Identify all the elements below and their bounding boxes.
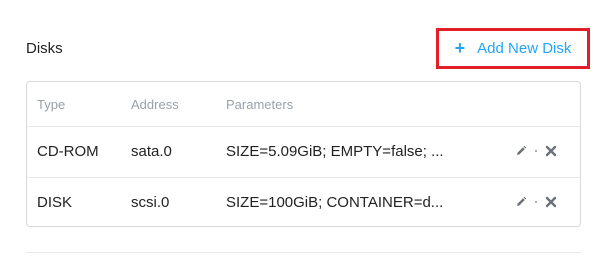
divider bbox=[26, 252, 581, 253]
cell-address: scsi.0 bbox=[131, 194, 170, 211]
plus-icon: + bbox=[454, 37, 466, 58]
cell-parameters: SIZE=100GiB; CONTAINER=d... bbox=[226, 194, 444, 211]
edit-icon[interactable] bbox=[515, 196, 527, 208]
row-actions bbox=[515, 196, 557, 208]
delete-icon[interactable] bbox=[545, 145, 557, 157]
disks-table: Type Address Parameters CD-ROM sata.0 SI… bbox=[26, 81, 581, 227]
table-row: DISK scsi.0 SIZE=100GiB; CONTAINER=d... bbox=[27, 178, 580, 228]
cell-type: DISK bbox=[37, 194, 73, 211]
edit-icon[interactable] bbox=[515, 145, 527, 157]
cell-type: CD-ROM bbox=[37, 143, 99, 160]
disks-panel: Disks + Add New Disk Type Address Parame… bbox=[0, 0, 607, 256]
row-actions bbox=[515, 145, 557, 157]
separator-dot bbox=[535, 201, 537, 203]
add-new-disk-label: Add New Disk bbox=[477, 40, 572, 57]
table-header: Type Address Parameters bbox=[27, 82, 580, 127]
cell-address: sata.0 bbox=[131, 143, 172, 160]
separator-dot bbox=[535, 150, 537, 152]
header-parameters: Parameters bbox=[226, 97, 294, 112]
cell-parameters: SIZE=5.09GiB; EMPTY=false; ... bbox=[226, 143, 444, 160]
header-address: Address bbox=[131, 97, 179, 112]
table-row: CD-ROM sata.0 SIZE=5.09GiB; EMPTY=false;… bbox=[27, 127, 580, 178]
section-title: Disks bbox=[26, 40, 63, 57]
add-new-disk-button[interactable]: + Add New Disk bbox=[436, 28, 590, 69]
delete-icon[interactable] bbox=[545, 196, 557, 208]
header-type: Type bbox=[37, 97, 66, 112]
